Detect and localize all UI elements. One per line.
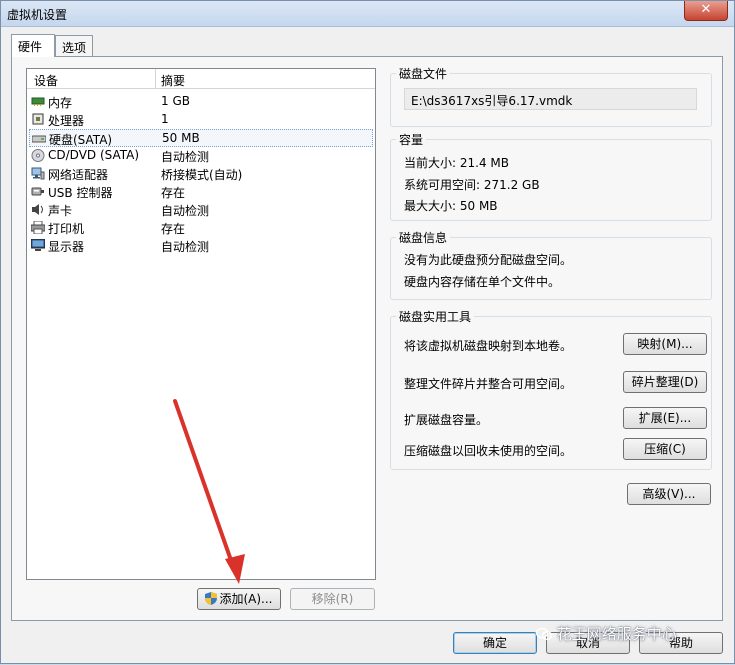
disk-info-title: 磁盘信息 xyxy=(396,229,451,246)
disk-utilities-title: 磁盘实用工具 xyxy=(396,308,475,325)
device-summary: 1 xyxy=(161,112,169,126)
add-button-label: 添加(A)... xyxy=(219,592,273,606)
device-name: 网络适配器 xyxy=(48,168,109,182)
network-adapter-icon xyxy=(31,167,45,180)
capacity-title: 容量 xyxy=(396,131,427,148)
defrag-description: 整理文件碎片并整合可用空间。 xyxy=(404,377,573,391)
expand-button[interactable]: 扩展(E)... xyxy=(623,407,707,429)
disk-utilities-group: 磁盘实用工具 将该虚拟机磁盘映射到本地卷。 映射(M)... 整理文件碎片并整合… xyxy=(390,308,712,470)
device-row-memory[interactable]: 内存 1 GB xyxy=(29,93,373,111)
advanced-button[interactable]: 高级(V)... xyxy=(627,483,711,505)
compact-button[interactable]: 压缩(C) xyxy=(623,438,707,460)
shield-icon xyxy=(205,592,218,605)
device-row-sound-card[interactable]: 声卡 自动检测 xyxy=(29,201,373,219)
disk-file-title: 磁盘文件 xyxy=(396,65,451,82)
memory-icon xyxy=(31,97,45,106)
map-button[interactable]: 映射(M)... xyxy=(623,333,707,355)
device-row-network-adapter[interactable]: 网络适配器 桥接模式(自动) xyxy=(29,165,373,183)
device-row-cd-dvd[interactable]: CD/DVD (SATA) 自动检测 xyxy=(29,147,373,165)
device-name: 显示器 xyxy=(48,240,85,254)
device-summary: 1 GB xyxy=(161,94,190,108)
add-button[interactable]: 添加(A)... xyxy=(197,588,281,610)
device-row-hard-disk[interactable]: 硬盘(SATA) 50 MB xyxy=(29,129,373,147)
device-list[interactable]: 设备 摘要 内存 1 GB 处理器 1 硬盘(SATA) 50 MB CD/DV… xyxy=(26,68,376,580)
device-row-processor[interactable]: 处理器 1 xyxy=(29,111,373,129)
device-row-usb-controller[interactable]: USB 控制器 存在 xyxy=(29,183,373,201)
vm-settings-window: 虚拟机设置 ✕ 硬件 选项 设备 摘要 内存 1 GB 处理器 1 硬盘(SAT… xyxy=(0,0,735,664)
processor-icon xyxy=(32,113,44,125)
device-name: CD/DVD (SATA) xyxy=(48,148,140,162)
watermark-text: 花王网络服务中心 xyxy=(556,625,677,643)
column-divider xyxy=(155,69,156,89)
disk-file-path[interactable]: E:\ds3617xs引导6.17.vmdk xyxy=(404,88,697,110)
wechat-icon xyxy=(535,627,553,640)
ok-button[interactable]: 确定 xyxy=(453,632,537,654)
close-button[interactable]: ✕ xyxy=(684,1,728,21)
disk-info-line-1: 没有为此硬盘预分配磁盘空间。 xyxy=(404,253,573,267)
device-summary: 自动检测 xyxy=(161,240,210,254)
device-name: 处理器 xyxy=(48,114,85,128)
remove-button[interactable]: 移除(R) xyxy=(290,588,375,610)
disk-info-line-2: 硬盘内容存储在单个文件中。 xyxy=(404,275,561,289)
device-summary: 存在 xyxy=(161,222,186,236)
compact-description: 压缩磁盘以回收未使用的空间。 xyxy=(404,444,573,458)
device-summary: 存在 xyxy=(161,186,186,200)
hard-disk-icon xyxy=(32,135,46,143)
disk-info-group: 磁盘信息 没有为此硬盘预分配磁盘空间。 硬盘内容存储在单个文件中。 xyxy=(390,229,712,300)
device-summary: 自动检测 xyxy=(161,150,210,164)
device-name: USB 控制器 xyxy=(48,186,113,200)
sound-card-icon xyxy=(32,204,43,215)
printer-icon xyxy=(31,221,45,234)
device-summary: 桥接模式(自动) xyxy=(161,168,243,182)
current-size: 当前大小: 21.4 MB xyxy=(404,156,509,170)
device-name: 内存 xyxy=(48,96,73,110)
window-title: 虚拟机设置 xyxy=(7,8,68,22)
column-summary[interactable]: 摘要 xyxy=(161,72,185,89)
hardware-panel: 设备 摘要 内存 1 GB 处理器 1 硬盘(SATA) 50 MB CD/DV… xyxy=(11,56,723,621)
tab-options[interactable]: 选项 xyxy=(55,35,93,56)
device-summary: 自动检测 xyxy=(161,204,210,218)
usb-icon xyxy=(31,187,44,196)
device-row-printer[interactable]: 打印机 存在 xyxy=(29,219,373,237)
device-name: 硬盘(SATA) xyxy=(49,133,113,147)
watermark: 花王网络服务中心 xyxy=(535,623,677,644)
map-description: 将该虚拟机磁盘映射到本地卷。 xyxy=(404,339,573,353)
tab-hardware[interactable]: 硬件 xyxy=(11,34,55,57)
device-name: 声卡 xyxy=(48,204,73,218)
device-summary: 50 MB xyxy=(162,131,200,145)
display-icon xyxy=(31,239,45,251)
capacity-group: 容量 当前大小: 21.4 MB 系统可用空间: 271.2 GB 最大大小: … xyxy=(390,131,712,221)
title-bar[interactable]: 虚拟机设置 ✕ xyxy=(1,1,734,27)
expand-description: 扩展磁盘容量。 xyxy=(404,413,489,427)
defrag-button[interactable]: 碎片整理(D) xyxy=(623,371,707,393)
max-size: 最大大小: 50 MB xyxy=(404,199,498,213)
cd-dvd-icon xyxy=(31,149,45,162)
device-name: 打印机 xyxy=(48,222,85,236)
device-row-display[interactable]: 显示器 自动检测 xyxy=(29,237,373,255)
system-free-space: 系统可用空间: 271.2 GB xyxy=(404,178,540,192)
list-header: 设备 摘要 xyxy=(27,69,375,89)
column-device[interactable]: 设备 xyxy=(34,72,58,89)
disk-file-group: 磁盘文件 E:\ds3617xs引导6.17.vmdk xyxy=(390,65,712,127)
